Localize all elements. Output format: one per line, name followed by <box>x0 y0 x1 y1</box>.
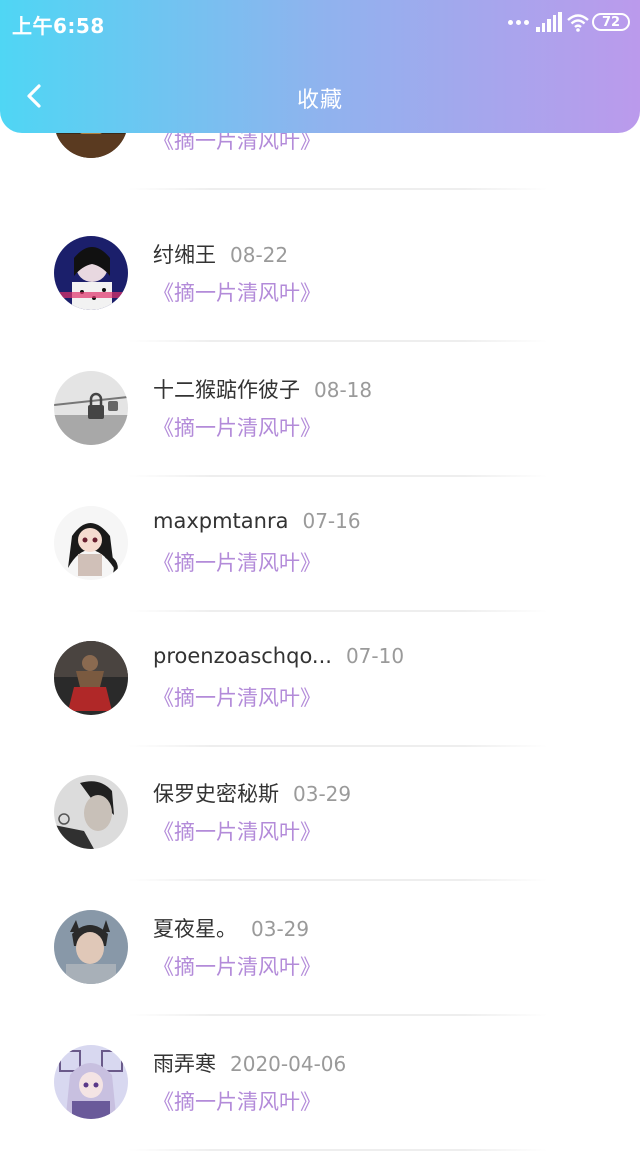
more-dots-icon <box>508 20 530 26</box>
avatar[interactable] <box>54 1045 128 1119</box>
post-date: 08-22 <box>230 243 289 267</box>
work-title[interactable]: 《摘一片清风叶》 <box>153 682 321 712</box>
avatar[interactable] <box>54 775 128 849</box>
list-item[interactable]: 夏夜星。 03-29 《摘一片清风叶》 <box>0 881 640 1016</box>
user-name: 雨弄寒 <box>153 1052 216 1076</box>
page-title: 收藏 <box>296 88 343 113</box>
post-date: 03-29 <box>293 782 352 806</box>
user-name: maxpmtanra <box>153 509 289 533</box>
list-item[interactable]: 纣缃王 08-22 《摘一片清风叶》 <box>0 207 640 342</box>
post-date: 03-29 <box>251 917 310 941</box>
user-name: 十二猴踮作彼子 <box>153 378 300 402</box>
divider <box>128 188 548 190</box>
battery-level: 72 <box>601 14 621 30</box>
work-title[interactable]: 《摘一片清风叶》 <box>153 412 321 442</box>
avatar[interactable] <box>54 371 128 445</box>
user-name: proenzoaschqo... <box>153 644 332 668</box>
user-name: 纣缃王 <box>153 243 216 267</box>
list-item[interactable]: maxpmtanra 07-16 《摘一片清风叶》 <box>0 477 640 612</box>
signal-icon <box>536 12 562 32</box>
post-date: 2020-04-06 <box>230 1052 347 1076</box>
work-title[interactable]: 《摘一片清风叶》 <box>153 1086 321 1116</box>
status-time: 上午6:58 <box>12 14 105 38</box>
header-bar: 上午6:58 72 收藏 <box>0 0 640 133</box>
user-name: 保罗史密秘斯 <box>153 782 279 806</box>
battery-icon: 72 <box>592 13 630 31</box>
post-date: 07-10 <box>345 644 405 668</box>
avatar[interactable] <box>54 506 128 580</box>
post-date: 08-18 <box>314 378 373 402</box>
list-item[interactable]: proenzoaschqo... 07-10 《摘一片清风叶》 <box>0 612 640 747</box>
work-title[interactable]: 《摘一片清风叶》 <box>153 547 321 577</box>
avatar[interactable] <box>54 641 128 715</box>
list-item[interactable]: 保罗史密秘斯 03-29 《摘一片清风叶》 <box>0 746 640 881</box>
list-item[interactable]: 十二猴踮作彼子 08-18 《摘一片清风叶》 <box>0 342 640 477</box>
work-title[interactable]: 《摘一片清风叶》 <box>153 951 321 981</box>
status-bar: 上午6:58 72 <box>0 0 640 46</box>
user-name: 夏夜星。 <box>153 917 237 941</box>
work-title[interactable]: 《摘一片清风叶》 <box>153 277 321 307</box>
wifi-icon <box>566 12 590 32</box>
work-title[interactable]: 《摘一片清风叶》 <box>153 816 321 846</box>
list-item[interactable]: 雨弄寒 2020-04-06 《摘一片清风叶》 <box>0 1016 640 1151</box>
avatar[interactable] <box>54 236 128 310</box>
post-date: 07-16 <box>302 509 361 533</box>
avatar[interactable] <box>54 910 128 984</box>
